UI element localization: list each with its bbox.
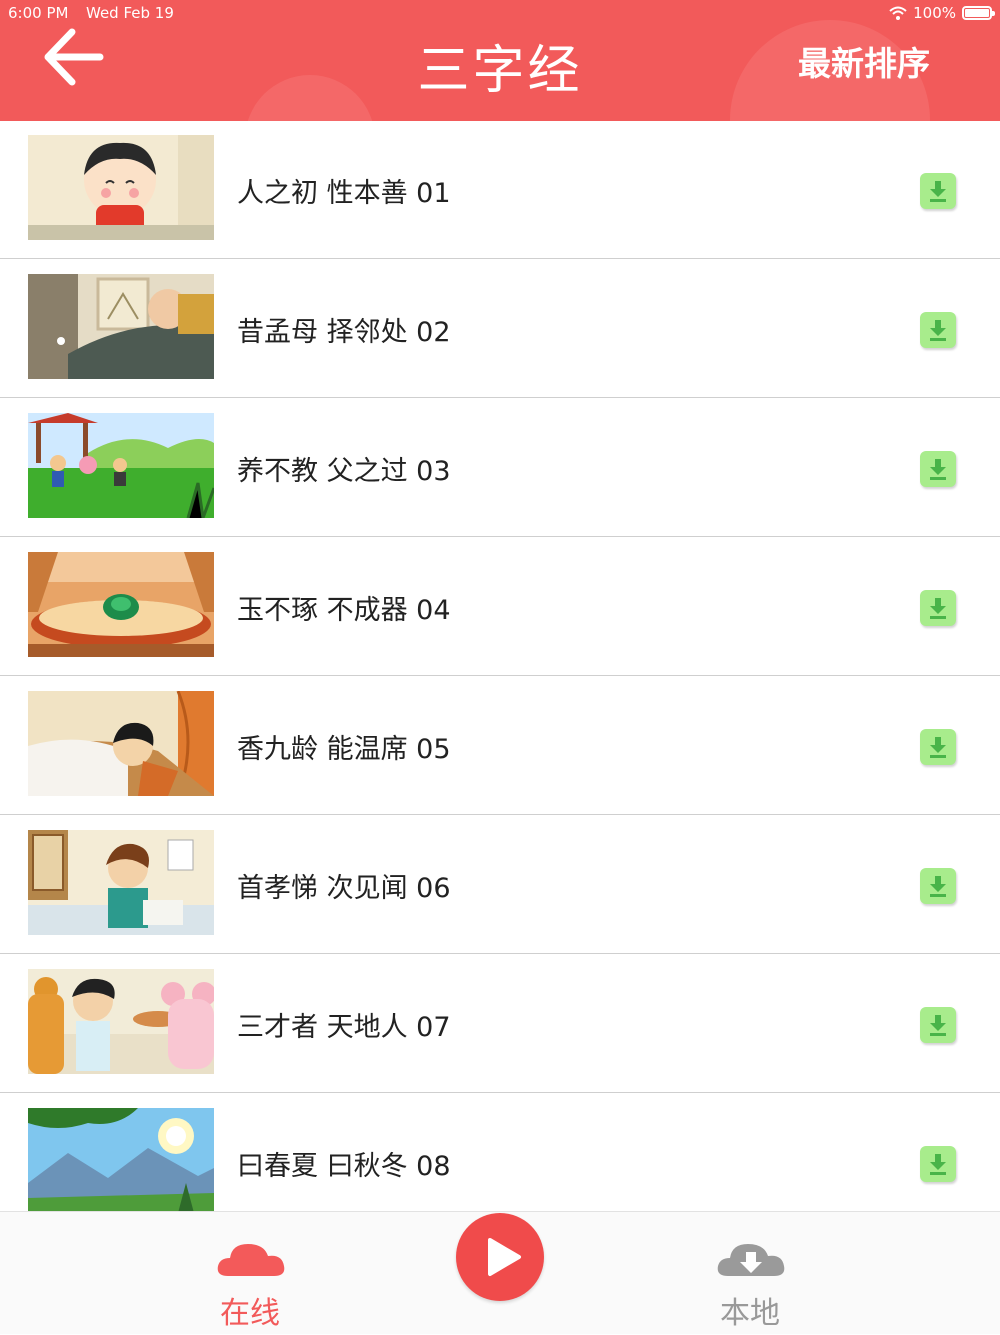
video-thumbnail[interactable] <box>28 135 214 240</box>
list-item[interactable]: 三才者 天地人 07 <box>0 955 1000 1093</box>
download-icon <box>930 1154 946 1175</box>
download-button[interactable] <box>920 868 956 904</box>
item-title[interactable]: 香九龄 能温席 05 <box>237 727 451 766</box>
download-icon <box>930 598 946 619</box>
cloud-icon <box>217 1244 285 1276</box>
video-thumbnail[interactable] <box>28 691 214 796</box>
item-title[interactable]: 人之初 性本善 01 <box>237 171 451 210</box>
item-title[interactable]: 首孝悌 次见闻 06 <box>237 866 451 905</box>
status-time: 6:00 PM <box>8 4 69 22</box>
video-thumbnail[interactable] <box>28 552 214 657</box>
download-button[interactable] <box>920 173 956 209</box>
list-item[interactable]: 首孝悌 次见闻 06 <box>0 816 1000 954</box>
list-item[interactable]: 曰春夏 曰秋冬 08 <box>0 1094 1000 1211</box>
list-item[interactable]: 昔孟母 择邻处 02 <box>0 260 1000 398</box>
download-button[interactable] <box>920 1007 956 1043</box>
tab-online[interactable]: 在线 <box>150 1212 350 1335</box>
status-date: Wed Feb 19 <box>86 4 174 22</box>
download-button[interactable] <box>920 590 956 626</box>
sort-button[interactable]: 最新排序 <box>798 37 930 85</box>
nav-header: 6:00 PM Wed Feb 19 100% 三字经 最新排序 <box>0 0 1000 121</box>
battery-percent: 100% <box>913 4 956 22</box>
download-icon <box>930 1015 946 1036</box>
video-thumbnail[interactable] <box>28 830 214 935</box>
tab-local-label: 本地 <box>720 1296 780 1331</box>
list-item[interactable]: 养不教 父之过 03 <box>0 399 1000 537</box>
tab-local[interactable]: 本地 <box>650 1212 850 1335</box>
video-thumbnail[interactable] <box>28 1108 214 1211</box>
download-icon <box>930 737 946 758</box>
download-button[interactable] <box>920 729 956 765</box>
download-button[interactable] <box>920 1146 956 1182</box>
cloud-download-icon <box>717 1244 785 1276</box>
download-button[interactable] <box>920 451 956 487</box>
download-icon <box>930 876 946 897</box>
item-title[interactable]: 玉不琢 不成器 04 <box>237 588 451 627</box>
battery-icon <box>962 6 995 20</box>
status-bar: 6:00 PM Wed Feb 19 100% <box>8 4 995 24</box>
video-list: 人之初 性本善 01 昔孟母 择邻处 02 养不教 父之过 03 玉不琢 不成器… <box>0 121 1000 1211</box>
list-item[interactable]: 人之初 性本善 01 <box>0 121 1000 259</box>
video-thumbnail[interactable] <box>28 413 214 518</box>
item-title[interactable]: 曰春夏 曰秋冬 08 <box>237 1144 451 1183</box>
download-icon <box>930 181 946 202</box>
download-button[interactable] <box>920 312 956 348</box>
play-icon <box>488 1238 521 1276</box>
video-thumbnail[interactable] <box>28 274 214 379</box>
list-item[interactable]: 玉不琢 不成器 04 <box>0 538 1000 676</box>
item-title[interactable]: 三才者 天地人 07 <box>237 1005 451 1044</box>
download-icon <box>930 459 946 480</box>
tab-online-label: 在线 <box>220 1296 280 1331</box>
wifi-icon <box>889 6 907 20</box>
item-title[interactable]: 昔孟母 择邻处 02 <box>237 310 451 349</box>
item-title[interactable]: 养不教 父之过 03 <box>237 449 451 488</box>
play-button[interactable] <box>456 1213 544 1301</box>
video-thumbnail[interactable] <box>28 969 214 1074</box>
download-icon <box>930 320 946 341</box>
list-item[interactable]: 香九龄 能温席 05 <box>0 677 1000 815</box>
